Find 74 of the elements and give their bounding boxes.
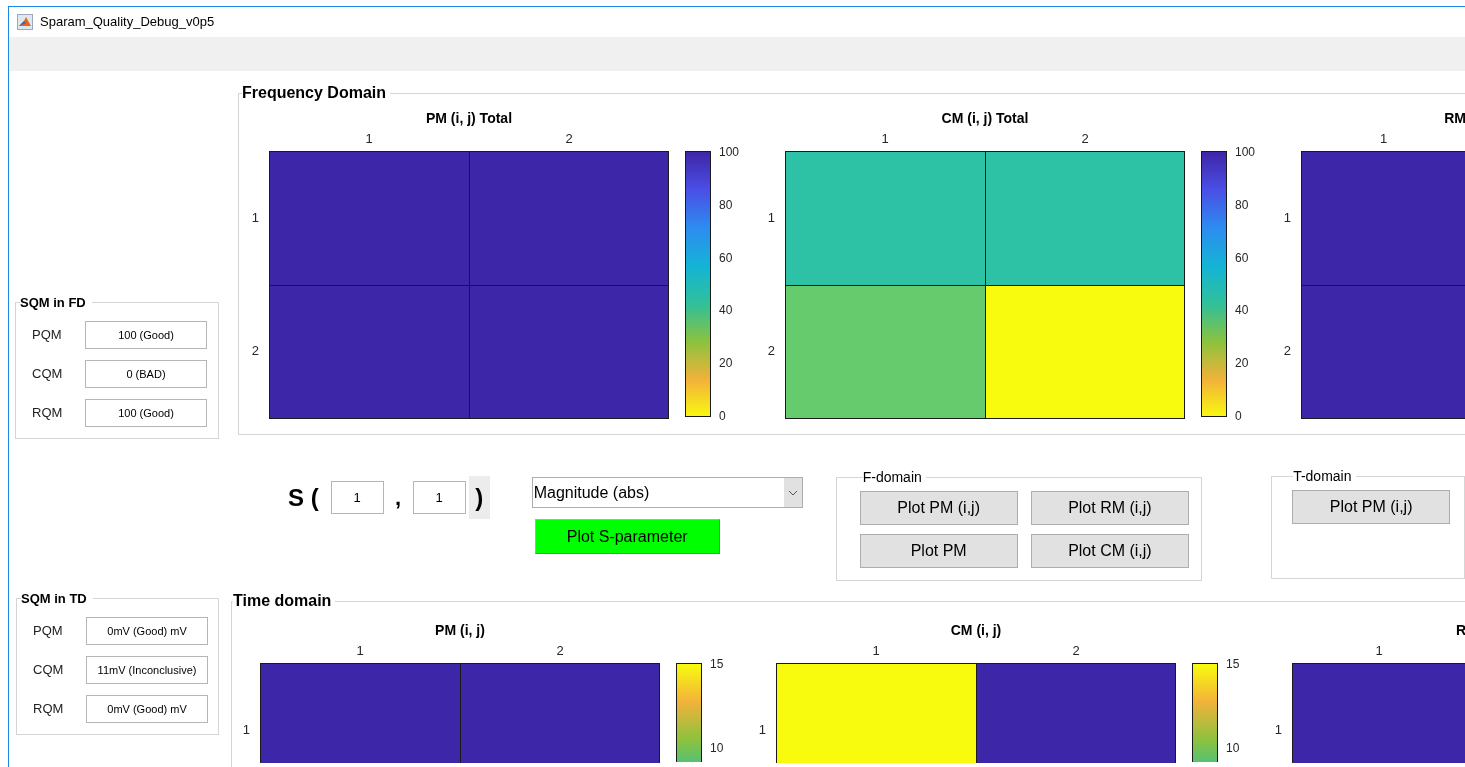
panel-title: SQM in TD [21, 590, 88, 608]
row-index-field[interactable]: 1 [330, 481, 384, 514]
chart-title: PM (i, j) [435, 621, 485, 640]
value-field[interactable]: 100 (Good) [85, 398, 207, 427]
plot-button[interactable]: Plot PM [859, 534, 1018, 568]
field-label: RQM [32, 699, 65, 718]
chevron-down-icon [783, 478, 802, 507]
panel-title: SQM in FD [20, 294, 87, 312]
chart-title: PM (i, j) Total [425, 109, 513, 128]
axis-label: 2 [556, 642, 564, 661]
axis-label: 1 [872, 642, 880, 661]
field-label: PQM [31, 325, 63, 344]
colorbar-tick-label: 40 [719, 302, 733, 319]
value-field[interactable]: 0mV (Good) mV [86, 694, 208, 723]
axis-label: 1 [1274, 720, 1282, 739]
field-label: RQM [31, 403, 64, 422]
axis-label: 1 [1283, 208, 1291, 227]
colorbar-tick-label: 20 [719, 355, 733, 372]
colorbar-tick-label: 10 [1226, 740, 1240, 756]
plot-button[interactable]: Plot S-parameter [534, 519, 720, 554]
axis-label: 2 [1283, 341, 1291, 360]
display-dropdown[interactable]: Magnitude (abs) [531, 477, 803, 508]
field-label: PQM [32, 621, 64, 640]
parenthesis-label: ) [468, 476, 490, 519]
plot-button[interactable]: Plot RM (i,j) [1030, 491, 1189, 525]
chart-title: R [1455, 621, 1465, 640]
axis-label: 2 [1072, 642, 1080, 661]
value-field[interactable]: 0mV (Good) mV [86, 616, 208, 645]
panel-title: F-domain [862, 468, 923, 487]
axis-label: 1 [767, 208, 775, 227]
panel-title: Frequency Domain [242, 83, 388, 103]
colorbar-tick-label: 40 [1235, 302, 1249, 319]
axis-label: 1 [242, 720, 250, 739]
axis-label: 1 [758, 720, 766, 739]
chart-title: CM (i, j) [950, 621, 1002, 640]
colorbar-tick-label: 100 [719, 144, 740, 160]
axis-label: 2 [767, 341, 775, 360]
separator-label: , [394, 484, 403, 512]
colorbar-tick-label: 10 [710, 740, 724, 756]
colorbar-tick-label: 60 [719, 249, 733, 266]
plot-button[interactable]: Plot PM (i,j) [1292, 490, 1451, 524]
panel-title: Time domain [233, 591, 333, 611]
value-field[interactable]: 11mV (Inconclusive) [86, 655, 208, 684]
field-label: CQM [31, 364, 64, 383]
window-title: Sparam_Quality_Debug_v0p5 [40, 13, 215, 32]
axis-label: 1 [365, 130, 373, 149]
axis-label: 2 [1081, 130, 1089, 149]
value-field[interactable]: 100 (Good) [85, 320, 207, 349]
colorbar-tick-label: 80 [719, 196, 733, 213]
panel-title: T-domain [1293, 467, 1353, 486]
colorbar-tick-label: 0 [719, 408, 726, 424]
app-icon [17, 14, 33, 30]
axis-label: 2 [565, 130, 573, 149]
colorbar-tick-label: 80 [1235, 196, 1249, 213]
axis-label: 1 [1375, 642, 1383, 661]
column-index-field[interactable]: 1 [412, 481, 466, 514]
axis-label: 2 [251, 341, 259, 360]
value-field[interactable]: 0 (BAD) [85, 359, 207, 388]
axis-label: 1 [356, 642, 364, 661]
colorbar-tick-label: 0 [1235, 408, 1242, 424]
plot-button[interactable]: Plot CM (i,j) [1030, 534, 1189, 568]
chart-title: RM [1444, 109, 1465, 128]
plot-button[interactable]: Plot PM (i,j) [859, 491, 1018, 525]
chart-title: CM (i, j) Total [941, 109, 1029, 128]
colorbar-tick-label: 100 [1235, 144, 1256, 160]
field-label: CQM [32, 660, 65, 679]
axis-label: 1 [1379, 130, 1388, 149]
colorbar-tick-label: 20 [1235, 355, 1249, 372]
colorbar-tick-label: 15 [1226, 656, 1240, 672]
parameter-label: S ( [288, 482, 319, 513]
colorbar-tick-label: 15 [710, 656, 724, 672]
colorbar-tick-label: 60 [1235, 249, 1249, 266]
axis-label: 1 [251, 208, 259, 227]
axis-label: 1 [881, 130, 889, 149]
